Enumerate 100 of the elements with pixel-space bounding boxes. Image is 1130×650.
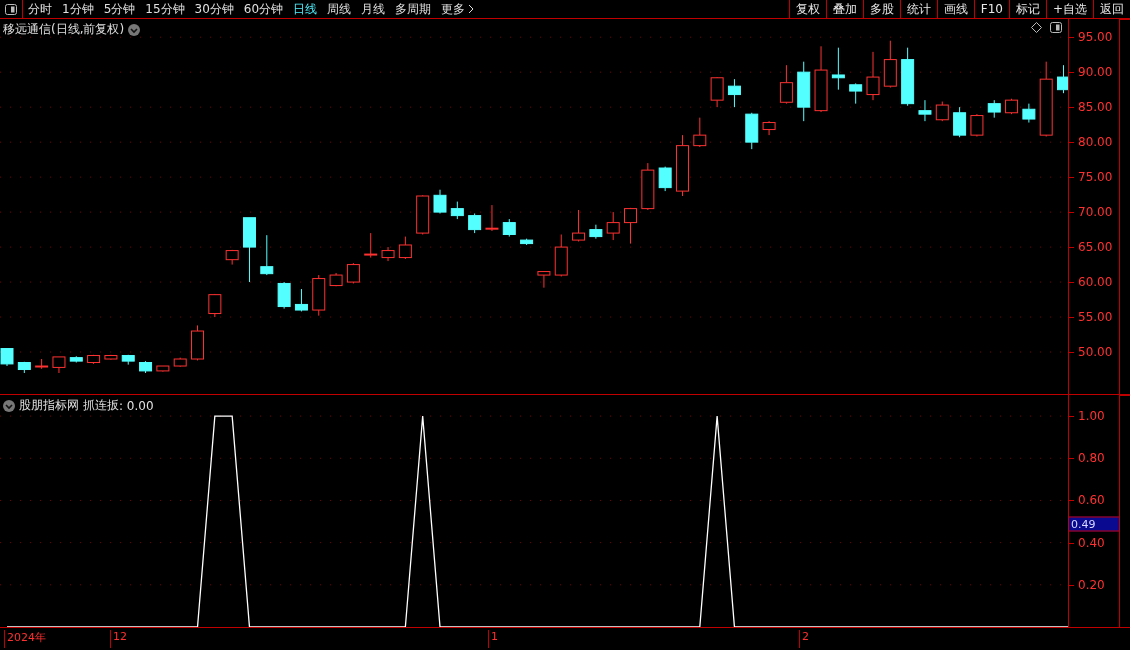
panel-icon[interactable] <box>1050 22 1062 33</box>
candlestick <box>537 271 551 289</box>
date-label: 2 <box>799 630 809 648</box>
price-tick-label: 65.00 <box>1078 240 1113 255</box>
period-tab[interactable]: 分时 <box>23 0 57 18</box>
candlestick <box>502 218 516 238</box>
period-tab[interactable]: 5分钟 <box>98 0 141 18</box>
period-tab[interactable]: 1分钟 <box>57 0 99 18</box>
panel-toggle-icon[interactable] <box>5 3 17 15</box>
candlestick <box>987 99 1001 119</box>
period-tab[interactable]: 60分钟 <box>238 0 289 18</box>
candlestick <box>433 189 447 214</box>
candlestick <box>0 348 14 367</box>
period-tab[interactable]: 日线 <box>288 0 323 18</box>
candlestick <box>52 356 66 374</box>
period-tab[interactable]: 30分钟 <box>189 0 239 18</box>
candlestick <box>87 354 101 365</box>
candlestick <box>901 47 915 107</box>
chart-title: 移远通信(日线,前复权) <box>3 21 125 38</box>
candlestick <box>641 162 655 211</box>
period-tab[interactable]: 更多 <box>436 0 480 18</box>
price-tick-label: 90.00 <box>1078 65 1113 80</box>
candlestick <box>762 120 776 136</box>
candlestick <box>676 134 689 197</box>
candlestick <box>191 324 204 361</box>
toolbar-button[interactable]: +自选 <box>1045 0 1093 18</box>
value-tick-label: 0.60 <box>1078 493 1105 508</box>
candlestick <box>260 234 274 276</box>
chevron-right-icon <box>468 4 475 14</box>
candlestick <box>139 360 153 374</box>
candlestick <box>554 234 568 277</box>
candlestick <box>312 274 326 317</box>
candlestick <box>364 232 378 259</box>
candlestick <box>1022 103 1036 124</box>
candlestick <box>624 207 637 245</box>
candlestick <box>953 106 967 138</box>
candlestick <box>572 209 586 242</box>
candlestick <box>727 78 741 108</box>
price-tick-label: 55.00 <box>1078 310 1113 325</box>
dropdown-icon[interactable] <box>3 399 15 412</box>
candlestick <box>346 262 360 284</box>
candlestick <box>918 99 932 122</box>
candlestick <box>831 47 845 91</box>
candlestick <box>797 61 811 122</box>
candlestick <box>779 64 793 105</box>
candlestick <box>606 211 620 241</box>
cursor-value-label: 0.49 <box>1069 516 1119 532</box>
indicator-reading: : 0.00 <box>119 398 154 413</box>
period-tab[interactable]: 15分钟 <box>140 0 190 18</box>
toolbar-button[interactable]: 返回 <box>1093 0 1130 18</box>
price-tick-label: 85.00 <box>1078 100 1113 115</box>
candlestick <box>69 355 83 363</box>
toolbar-button[interactable]: 画线 <box>936 0 974 18</box>
candlestick <box>520 238 534 246</box>
candlestick <box>1005 98 1019 115</box>
price-tick-label: 50.00 <box>1078 345 1113 359</box>
value-tick-label: 0.80 <box>1078 451 1105 466</box>
series-name: 抓连扳 <box>83 397 119 414</box>
date-label: 2024年 <box>4 630 46 648</box>
candlestick <box>104 354 118 361</box>
candlestick <box>849 82 863 105</box>
toolbar-button[interactable]: 复权 <box>788 0 826 18</box>
candlestick <box>745 112 759 150</box>
period-tab[interactable]: 月线 <box>356 0 391 18</box>
candlestick <box>970 113 984 138</box>
indicator-name: 股朋指标网 <box>19 397 79 414</box>
candlestick <box>814 45 828 113</box>
candlestick <box>277 281 291 310</box>
toolbar-button[interactable]: 统计 <box>899 0 937 18</box>
price-tick-label: 70.00 <box>1078 205 1113 220</box>
dropdown-icon[interactable] <box>128 23 141 36</box>
date-label: 12 <box>110 630 127 648</box>
candlestick <box>121 354 135 366</box>
price-tick-label: 75.00 <box>1078 170 1113 185</box>
toolbar-button[interactable]: 标记 <box>1008 0 1046 18</box>
candlestick <box>450 201 464 220</box>
candlestick <box>416 194 430 235</box>
candlestick <box>883 40 897 89</box>
candlestick <box>173 357 187 368</box>
period-tab[interactable]: 多周期 <box>390 0 437 18</box>
candlestick <box>589 224 603 240</box>
price-tick-label: 80.00 <box>1078 135 1113 150</box>
candlestick <box>1057 64 1068 94</box>
candlestick <box>329 272 343 287</box>
toolbar-button[interactable]: 多股 <box>862 0 900 18</box>
candlestick <box>658 166 672 192</box>
candlestick <box>381 246 395 262</box>
candlestick <box>866 51 880 101</box>
value-tick-label: 0.20 <box>1078 577 1105 592</box>
toolbar-button[interactable]: F10 <box>973 0 1009 18</box>
diamond-icon[interactable] <box>1031 22 1042 33</box>
candlestick <box>35 358 49 370</box>
price-tick-label: 95.00 <box>1078 30 1113 45</box>
date-label: 1 <box>488 630 498 648</box>
candlestick <box>294 288 308 312</box>
toolbar-button[interactable]: 叠加 <box>825 0 863 18</box>
value-tick-label: 1.00 <box>1078 409 1105 424</box>
candlestick <box>710 76 724 108</box>
period-tab[interactable]: 周线 <box>322 0 357 18</box>
candlestick <box>243 217 256 283</box>
